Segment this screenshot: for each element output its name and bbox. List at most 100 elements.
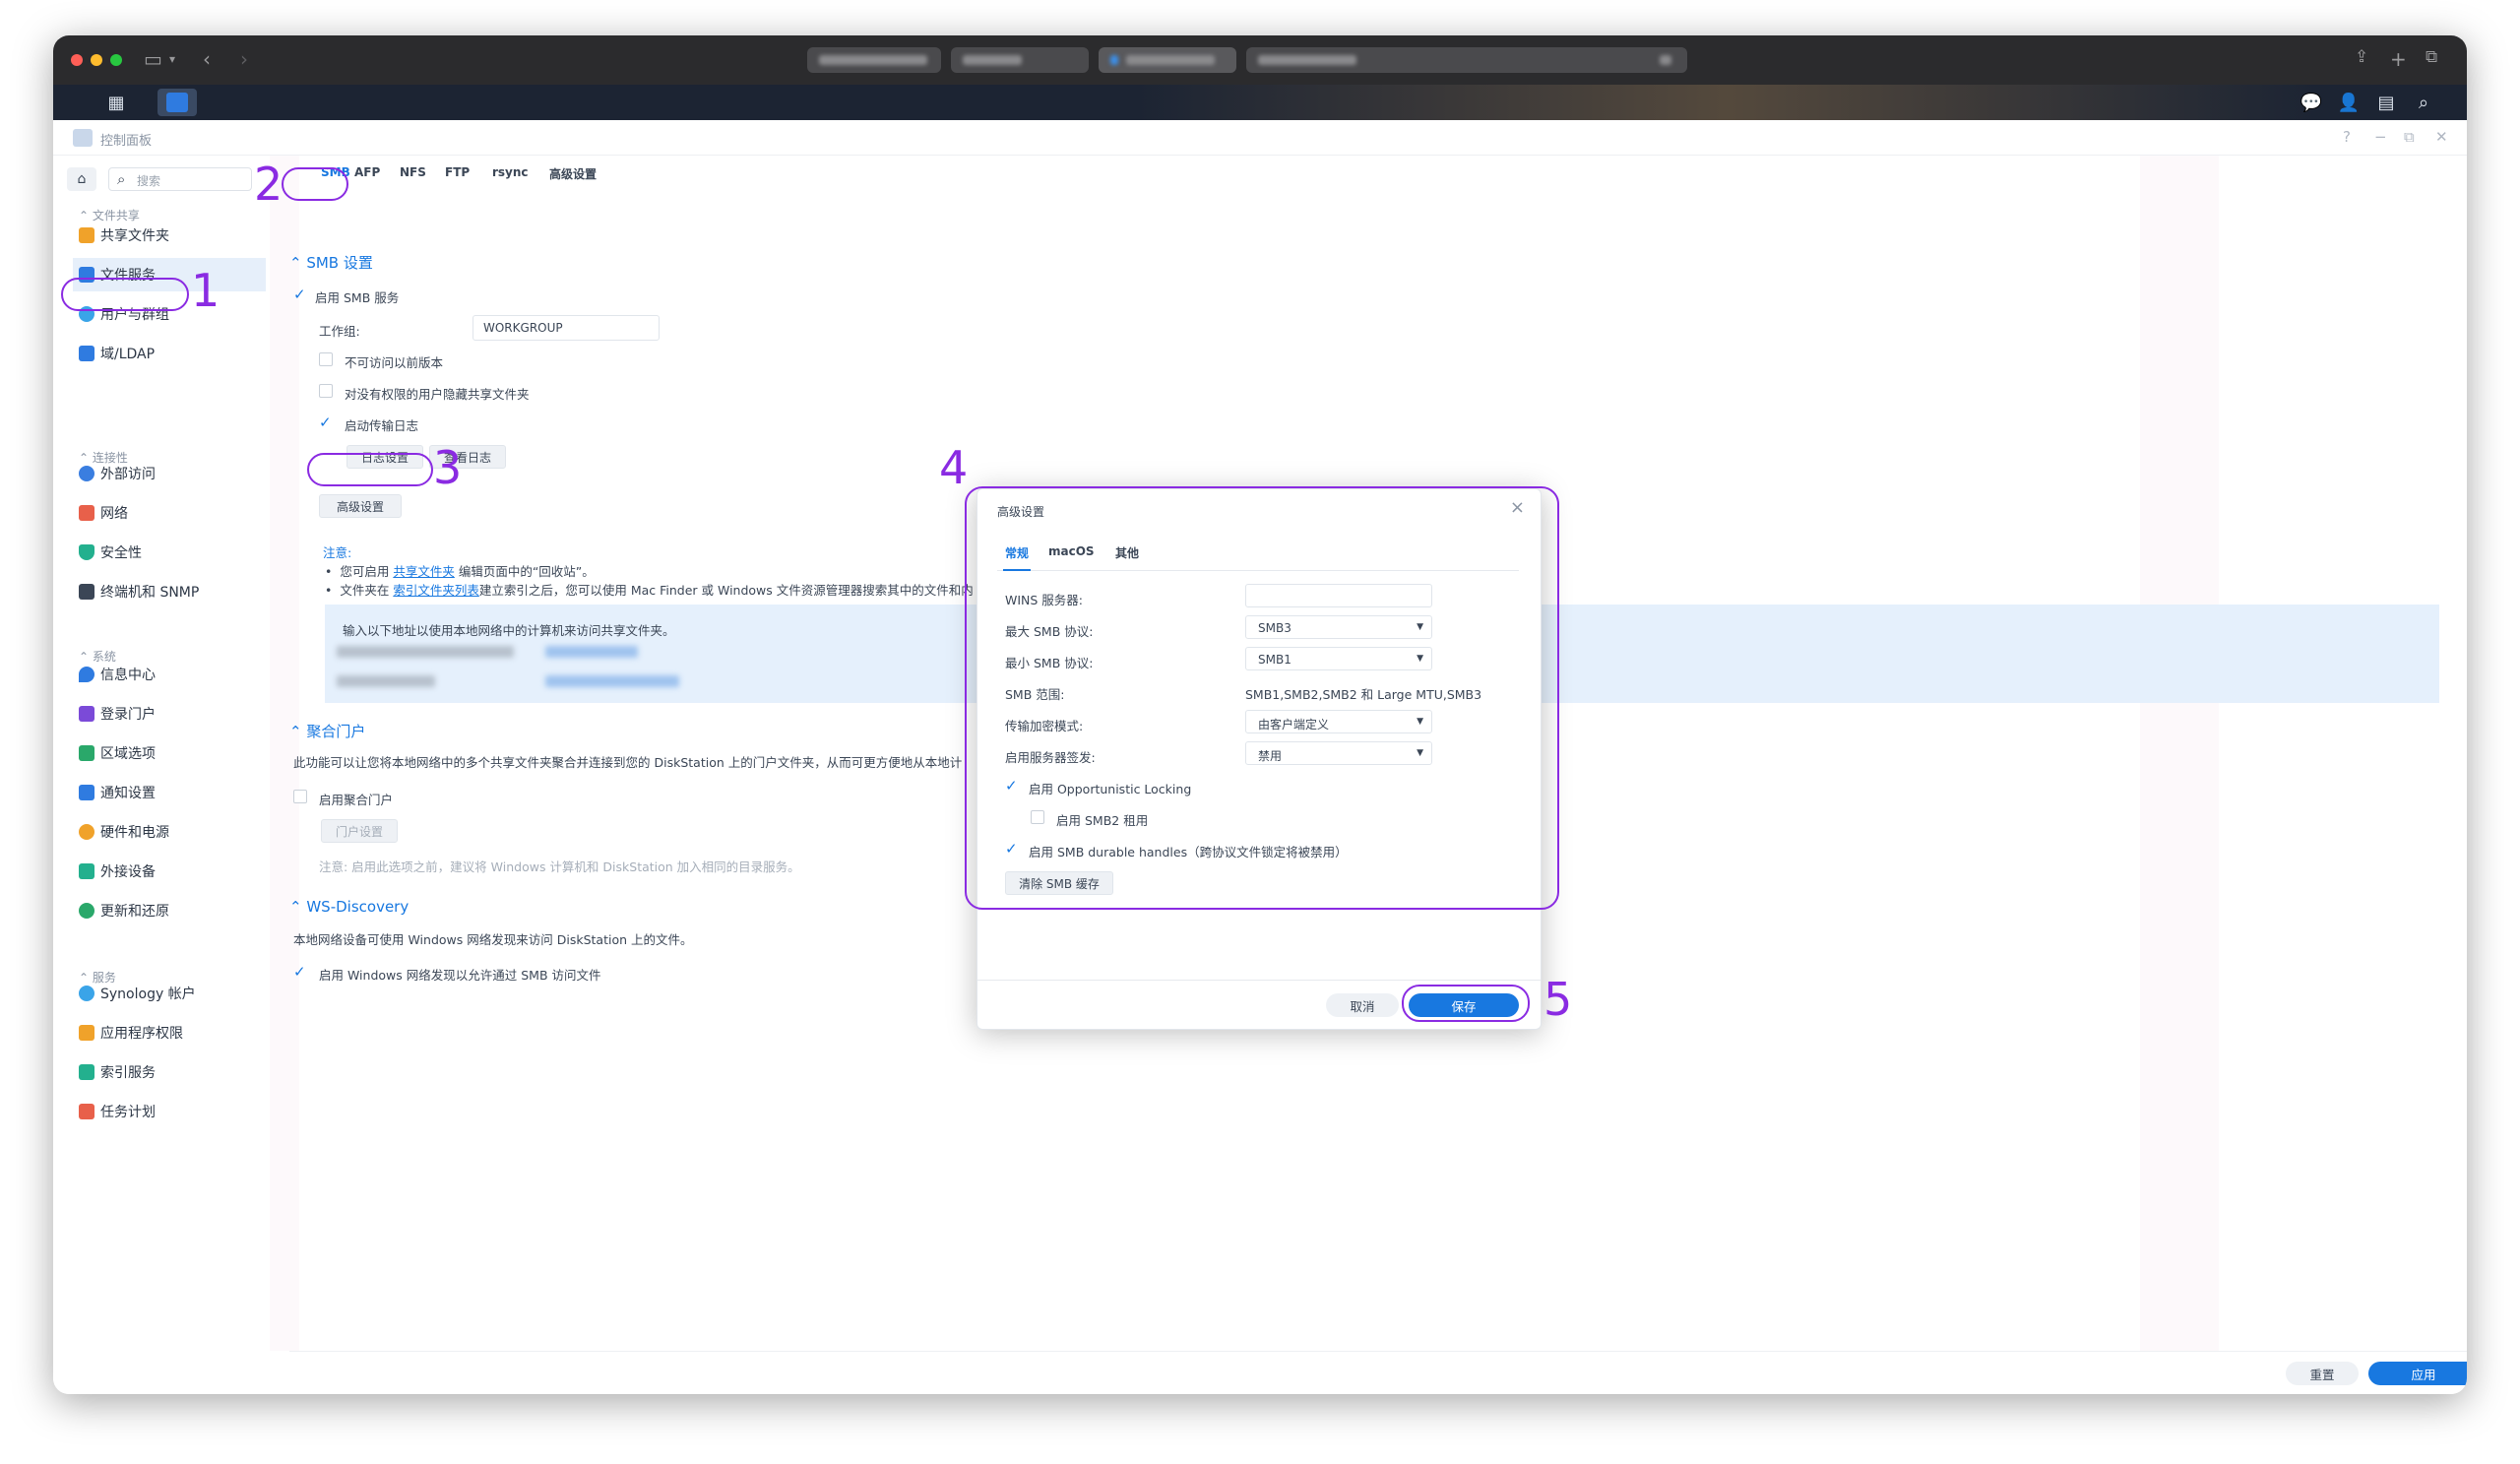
tab-overview-icon[interactable]: ⧉ — [2426, 47, 2437, 67]
calendar-icon — [79, 1104, 94, 1119]
sidebar-item-app-privileges[interactable]: 应用程序权限 — [73, 1016, 266, 1050]
ws-enable-label: 启用 Windows 网络发现以允许通过 SMB 访问文件 — [319, 968, 601, 983]
sidebar-item-security[interactable]: 安全性 — [73, 536, 266, 569]
redacted-address — [337, 646, 514, 658]
redacted-address — [337, 675, 435, 687]
annotation-box-2 — [282, 167, 348, 201]
note-title: 注意: — [323, 545, 352, 560]
workgroup-label: 工作组: — [319, 324, 360, 339]
redacted-address — [545, 675, 679, 687]
annotation-box-1 — [61, 278, 189, 311]
portal-description: 此功能可以让您将本地网络中的多个共享文件夹聚合并连接到您的 DiskStatio… — [293, 755, 963, 770]
portal-section-title[interactable]: ⌃ 聚合门户 — [289, 721, 365, 741]
terminal-icon — [79, 584, 94, 600]
dialog-footer-divider — [977, 980, 1541, 981]
sidebar-item-indexing-service[interactable]: 索引服务 — [73, 1055, 266, 1089]
control-panel-header: 控制面板 ? − ⧉ ✕ — [53, 120, 2467, 156]
share-icon[interactable]: ⇪ — [2355, 47, 2368, 67]
back-icon[interactable]: ‹ — [203, 47, 211, 71]
sidebar-search-input[interactable]: ⌕ 搜索 — [108, 167, 252, 191]
browser-tab-active[interactable] — [1099, 47, 1236, 73]
browser-tab[interactable] — [951, 47, 1089, 73]
chevron-down-icon[interactable]: ▾ — [169, 52, 175, 66]
home-icon[interactable]: ⌂ — [67, 167, 96, 191]
panel-title: 控制面板 — [100, 134, 153, 149]
user-icon[interactable]: 👤 — [2329, 89, 2368, 116]
hide-shared-folders-label: 对没有权限的用户隐藏共享文件夹 — [345, 387, 530, 402]
footer-bar: 重置 应用 — [289, 1351, 2467, 1394]
tab-advanced[interactable]: 高级设置 — [549, 165, 597, 182]
domain-icon — [79, 346, 94, 361]
update-icon — [79, 903, 94, 919]
shared-folder-link[interactable]: 共享文件夹 — [393, 564, 455, 579]
control-panel-task-icon[interactable] — [158, 89, 197, 116]
transfer-log-label: 启动传输日志 — [345, 418, 419, 433]
enable-smb-check[interactable]: ✓ — [293, 286, 306, 303]
index-folder-list-link[interactable]: 索引文件夹列表 — [393, 583, 479, 598]
device-icon — [79, 863, 94, 879]
sidebar-item-domain-ldap[interactable]: 域/LDAP — [73, 337, 266, 370]
sidebar-item-task-scheduler[interactable]: 任务计划 — [73, 1095, 266, 1128]
portal-icon — [79, 706, 94, 722]
sidebar-item-login-portal[interactable]: 登录门户 — [73, 697, 266, 731]
sidebar-item-regional-options[interactable]: 区域选项 — [73, 736, 266, 770]
sidebar-toggle-icon[interactable]: ▭ — [144, 47, 162, 71]
annotation-number-1: 1 — [191, 264, 220, 317]
info-icon — [79, 667, 94, 682]
tab-nfs[interactable]: NFS — [400, 165, 426, 179]
tab-afp[interactable]: AFP — [354, 165, 380, 179]
sidebar-item-synology-account[interactable]: Synology 帐户 — [73, 977, 266, 1010]
sidebar-item-hardware-power[interactable]: 硬件和电源 — [73, 815, 266, 849]
sidebar-item-info-center[interactable]: 信息中心 — [73, 658, 266, 691]
workgroup-field[interactable]: WORKGROUP — [472, 315, 660, 341]
chat-icon[interactable]: 💬 — [2292, 89, 2331, 116]
notification-icon — [79, 785, 94, 800]
widgets-icon[interactable]: ▤ — [2366, 89, 2406, 116]
dsm-taskbar: ▦ 💬 👤 ▤ ⌕ — [53, 85, 2467, 120]
annotation-number-5: 5 — [1544, 973, 1573, 1026]
sidebar-item-update-restore[interactable]: 更新和还原 — [73, 894, 266, 927]
tab-ftp[interactable]: FTP — [445, 165, 470, 179]
ws-discovery-section-title[interactable]: ⌃ WS-Discovery — [289, 898, 409, 916]
forward-icon[interactable]: › — [240, 47, 248, 71]
transfer-log-check[interactable]: ✓ — [319, 414, 332, 431]
sidebar-item-notification[interactable]: 通知设置 — [73, 776, 266, 809]
annotation-box-3 — [307, 453, 433, 486]
sidebar-item-network[interactable]: 网络 — [73, 496, 266, 530]
search-icon[interactable]: ⌕ — [2404, 89, 2443, 116]
sidebar-item-external-devices[interactable]: 外接设备 — [73, 855, 266, 888]
portal-settings-button[interactable]: 门户设置 — [321, 819, 398, 843]
tab-rsync[interactable]: rsync — [492, 165, 529, 179]
close-window-button[interactable] — [71, 54, 83, 66]
browser-tab[interactable] — [807, 47, 941, 73]
zoom-window-button[interactable] — [110, 54, 122, 66]
new-tab-icon[interactable]: + — [2390, 47, 2407, 71]
close-icon[interactable]: ✕ — [2435, 128, 2448, 146]
previous-versions-checkbox[interactable] — [319, 352, 333, 366]
restore-icon[interactable]: ⧉ — [2404, 128, 2415, 146]
enable-portal-checkbox[interactable] — [293, 790, 307, 803]
ws-enable-check[interactable]: ✓ — [293, 963, 306, 981]
sidebar-item-external-access[interactable]: 外部访问 — [73, 457, 266, 490]
protocol-tabs: SMB AFP NFS FTP rsync 高级设置 — [289, 156, 2455, 187]
note-line-1: • 您可启用 共享文件夹 编辑页面中的“回收站”。 — [325, 564, 595, 579]
help-icon[interactable]: ? — [2343, 128, 2351, 146]
sidebar-item-terminal-snmp[interactable]: 终端机和 SNMP — [73, 575, 266, 608]
minimize-icon[interactable]: − — [2374, 128, 2387, 146]
globe-icon — [79, 466, 94, 481]
main-menu-icon[interactable]: ▦ — [96, 89, 136, 116]
apply-button[interactable]: 应用 — [2368, 1362, 2467, 1385]
browser-tab[interactable] — [1246, 47, 1687, 73]
region-icon — [79, 745, 94, 761]
cancel-button[interactable]: 取消 — [1326, 993, 1399, 1017]
folder-icon — [79, 227, 94, 243]
reset-button[interactable]: 重置 — [2286, 1362, 2359, 1385]
index-icon — [79, 1064, 94, 1080]
sidebar-item-shared-folder[interactable]: 共享文件夹 — [73, 219, 266, 252]
control-panel-icon — [73, 129, 93, 147]
hide-shared-folders-checkbox[interactable] — [319, 384, 333, 398]
redacted-address — [545, 646, 638, 658]
minimize-window-button[interactable] — [91, 54, 102, 66]
smb-section-title[interactable]: ⌃ SMB 设置 — [289, 252, 373, 273]
advanced-settings-button[interactable]: 高级设置 — [319, 494, 402, 518]
